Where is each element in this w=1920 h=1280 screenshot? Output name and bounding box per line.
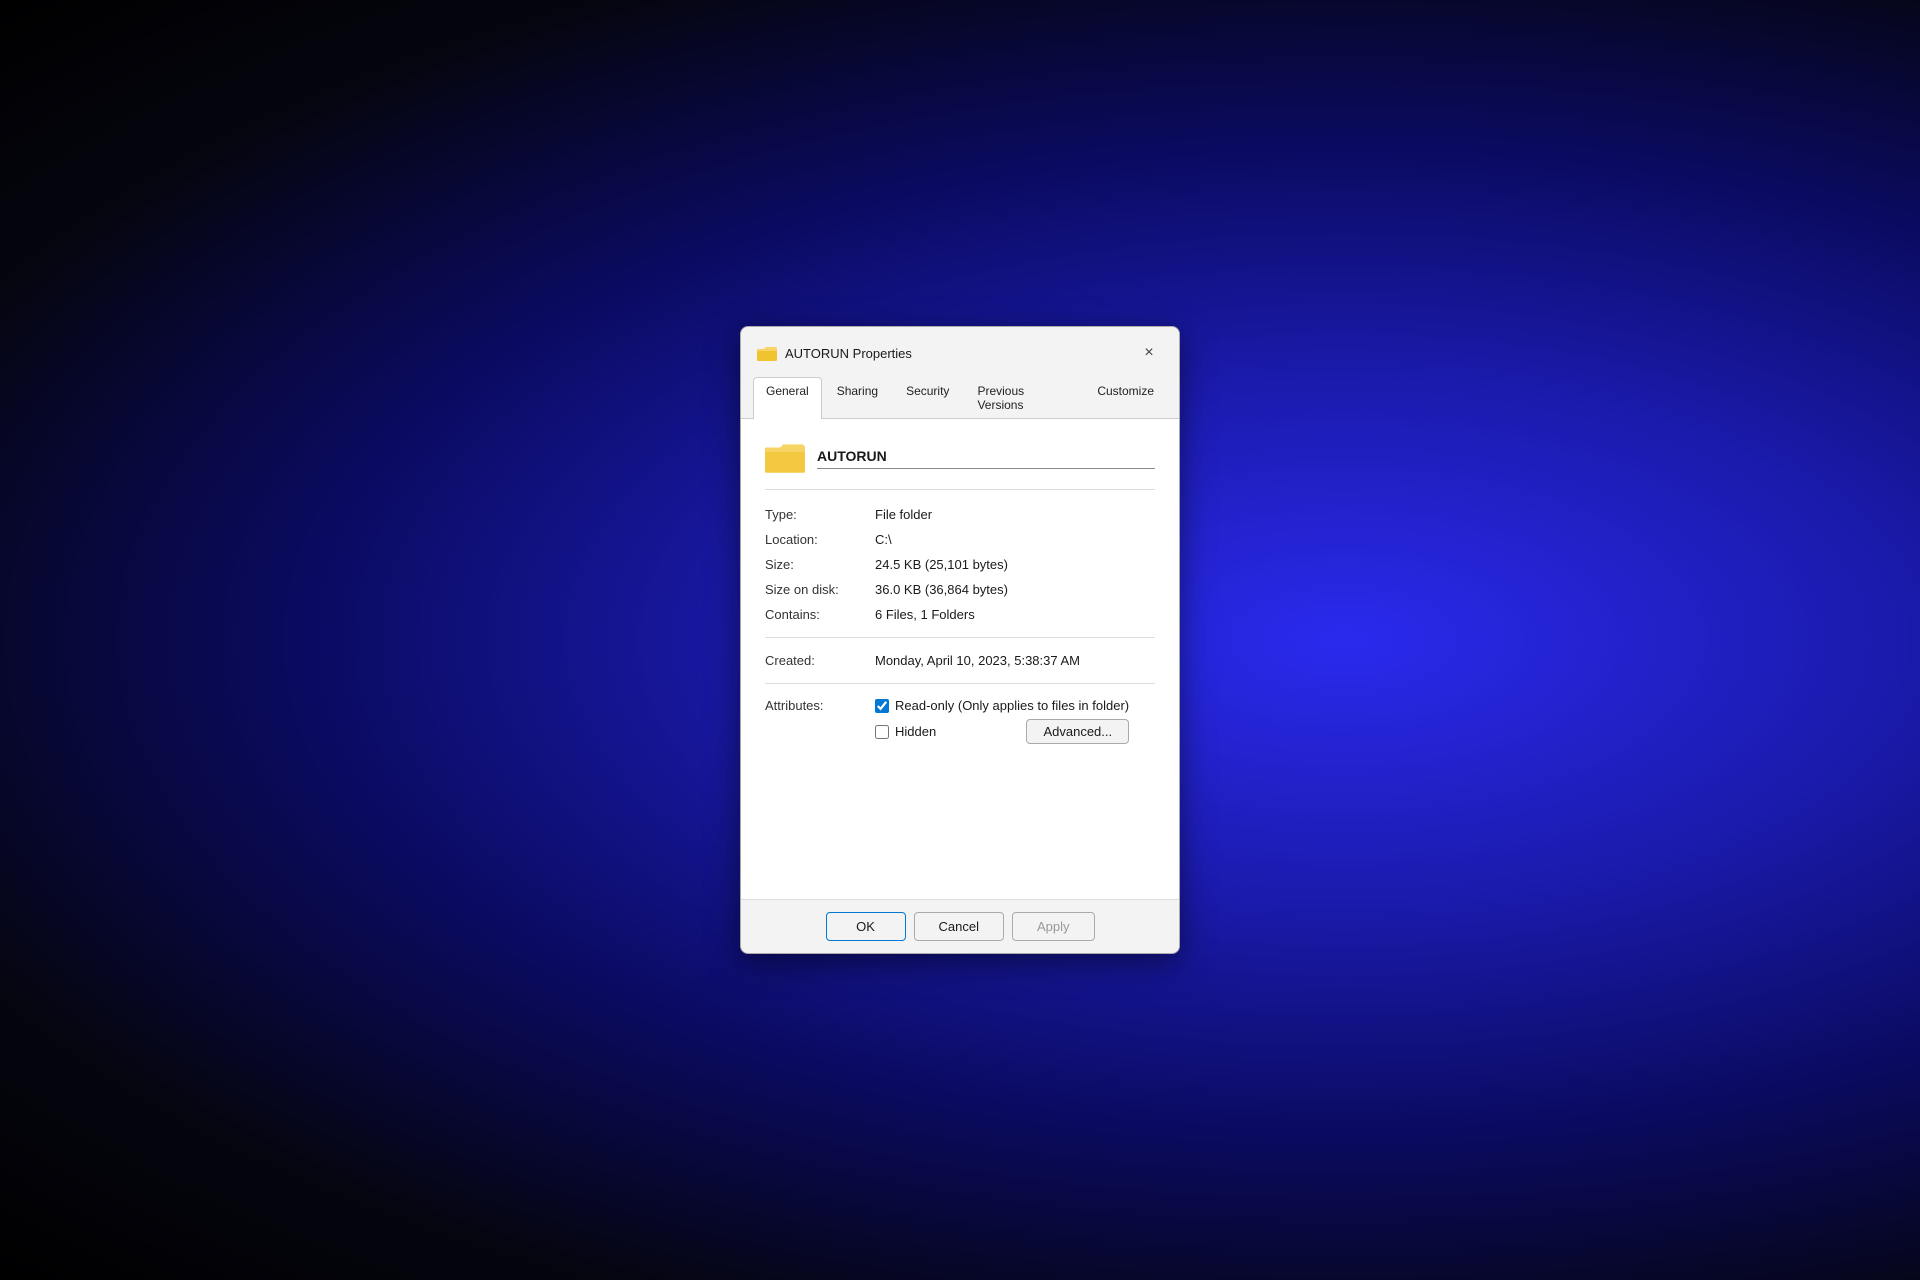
tab-general[interactable]: General bbox=[753, 377, 822, 419]
prop-label-size-on-disk: Size on disk: bbox=[765, 577, 875, 602]
attributes-controls: Read-only (Only applies to files in fold… bbox=[875, 698, 1129, 744]
table-row: Location: C:\ bbox=[765, 527, 1155, 552]
table-row: Created: Monday, April 10, 2023, 5:38:37… bbox=[765, 648, 1155, 673]
created-value: Monday, April 10, 2023, 5:38:37 AM bbox=[875, 648, 1155, 673]
properties-table: Type: File folder Location: C:\ Size: 24… bbox=[765, 502, 1155, 627]
hidden-advanced-row: Hidden Advanced... bbox=[875, 719, 1129, 744]
hidden-label: Hidden bbox=[895, 724, 936, 739]
prop-value-contains: 6 Files, 1 Folders bbox=[875, 602, 1155, 627]
table-row: Contains: 6 Files, 1 Folders bbox=[765, 602, 1155, 627]
prop-label-contains: Contains: bbox=[765, 602, 875, 627]
close-button[interactable]: × bbox=[1135, 339, 1163, 367]
title-bar-folder-icon bbox=[757, 343, 777, 363]
divider-3 bbox=[765, 683, 1155, 684]
created-label: Created: bbox=[765, 648, 875, 673]
folder-icon bbox=[765, 439, 805, 473]
folder-name-row bbox=[765, 439, 1155, 473]
attributes-label: Attributes: bbox=[765, 698, 875, 713]
readonly-row: Read-only (Only applies to files in fold… bbox=[875, 698, 1129, 713]
properties-dialog: AUTORUN Properties × General Sharing Sec… bbox=[740, 326, 1180, 954]
tab-previous-versions[interactable]: Previous Versions bbox=[964, 377, 1082, 418]
prop-label-type: Type: bbox=[765, 502, 875, 527]
readonly-checkbox[interactable] bbox=[875, 699, 889, 713]
created-table: Created: Monday, April 10, 2023, 5:38:37… bbox=[765, 648, 1155, 673]
attributes-section: Attributes: Read-only (Only applies to f… bbox=[765, 698, 1155, 744]
table-row: Size on disk: 36.0 KB (36,864 bytes) bbox=[765, 577, 1155, 602]
tab-sharing[interactable]: Sharing bbox=[824, 377, 891, 418]
prop-label-location: Location: bbox=[765, 527, 875, 552]
apply-button[interactable]: Apply bbox=[1012, 912, 1095, 941]
readonly-label: Read-only (Only applies to files in fold… bbox=[895, 698, 1129, 713]
tab-security[interactable]: Security bbox=[893, 377, 962, 418]
tab-content-general: Type: File folder Location: C:\ Size: 24… bbox=[741, 419, 1179, 899]
table-row: Size: 24.5 KB (25,101 bytes) bbox=[765, 552, 1155, 577]
cancel-button[interactable]: Cancel bbox=[914, 912, 1004, 941]
divider-2 bbox=[765, 637, 1155, 638]
hidden-checkbox[interactable] bbox=[875, 725, 889, 739]
tab-bar: General Sharing Security Previous Versio… bbox=[741, 377, 1179, 419]
prop-value-size-on-disk: 36.0 KB (36,864 bytes) bbox=[875, 577, 1155, 602]
advanced-button[interactable]: Advanced... bbox=[1026, 719, 1129, 744]
folder-name-input[interactable] bbox=[817, 444, 1155, 469]
hidden-row: Hidden bbox=[875, 724, 936, 739]
prop-label-size: Size: bbox=[765, 552, 875, 577]
divider-1 bbox=[765, 489, 1155, 490]
tab-customize[interactable]: Customize bbox=[1084, 377, 1167, 418]
prop-value-location: C:\ bbox=[875, 527, 1155, 552]
prop-value-type: File folder bbox=[875, 502, 1155, 527]
prop-value-size: 24.5 KB (25,101 bytes) bbox=[875, 552, 1155, 577]
ok-button[interactable]: OK bbox=[826, 912, 906, 941]
table-row: Type: File folder bbox=[765, 502, 1155, 527]
dialog-footer: OK Cancel Apply bbox=[741, 899, 1179, 953]
dialog-title: AUTORUN Properties bbox=[785, 346, 1127, 361]
title-bar: AUTORUN Properties × bbox=[741, 327, 1179, 377]
